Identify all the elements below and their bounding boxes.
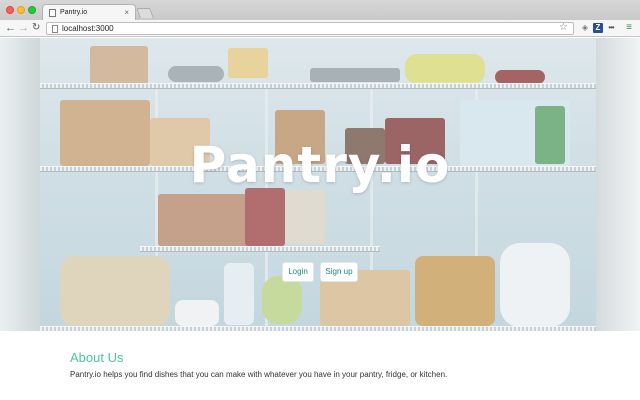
bookmark-star-icon[interactable]: ☆ (559, 22, 568, 33)
hero-banner: Pantry.io Login Sign up (0, 38, 640, 331)
extension-icon[interactable]: ◈ (580, 23, 590, 33)
site-logo: Pantry.io (189, 136, 451, 194)
new-tab-button[interactable] (136, 8, 154, 18)
more-icon[interactable]: ••• (606, 23, 616, 33)
reload-icon[interactable]: ↻ (32, 21, 40, 35)
login-button[interactable]: Login (282, 262, 314, 282)
page-icon (49, 9, 56, 17)
menu-icon[interactable]: ≡ (624, 23, 634, 33)
browser-title-bar: Pantry.io × (0, 0, 640, 20)
close-window-button[interactable] (6, 6, 14, 14)
close-tab-icon[interactable]: × (124, 8, 129, 17)
browser-tab[interactable]: Pantry.io × (42, 4, 136, 20)
back-arrow-icon[interactable]: ← (5, 21, 16, 35)
page-icon (52, 25, 58, 33)
forward-arrow-icon[interactable]: → (18, 21, 29, 35)
browser-toolbar: ← → ↻ localhost:3000 ☆ ◈ Z ••• ≡ (0, 20, 640, 37)
about-text: Pantry.io helps you find dishes that you… (70, 370, 448, 379)
extension-z-icon[interactable]: Z (593, 23, 603, 33)
minimize-window-button[interactable] (17, 6, 25, 14)
signup-button[interactable]: Sign up (320, 262, 358, 282)
address-bar[interactable]: localhost:3000 ☆ (46, 22, 574, 35)
zoom-window-button[interactable] (28, 6, 36, 14)
url-text[interactable]: localhost:3000 (62, 24, 114, 33)
about-heading: About Us (70, 350, 124, 365)
tab-title: Pantry.io (60, 9, 88, 16)
